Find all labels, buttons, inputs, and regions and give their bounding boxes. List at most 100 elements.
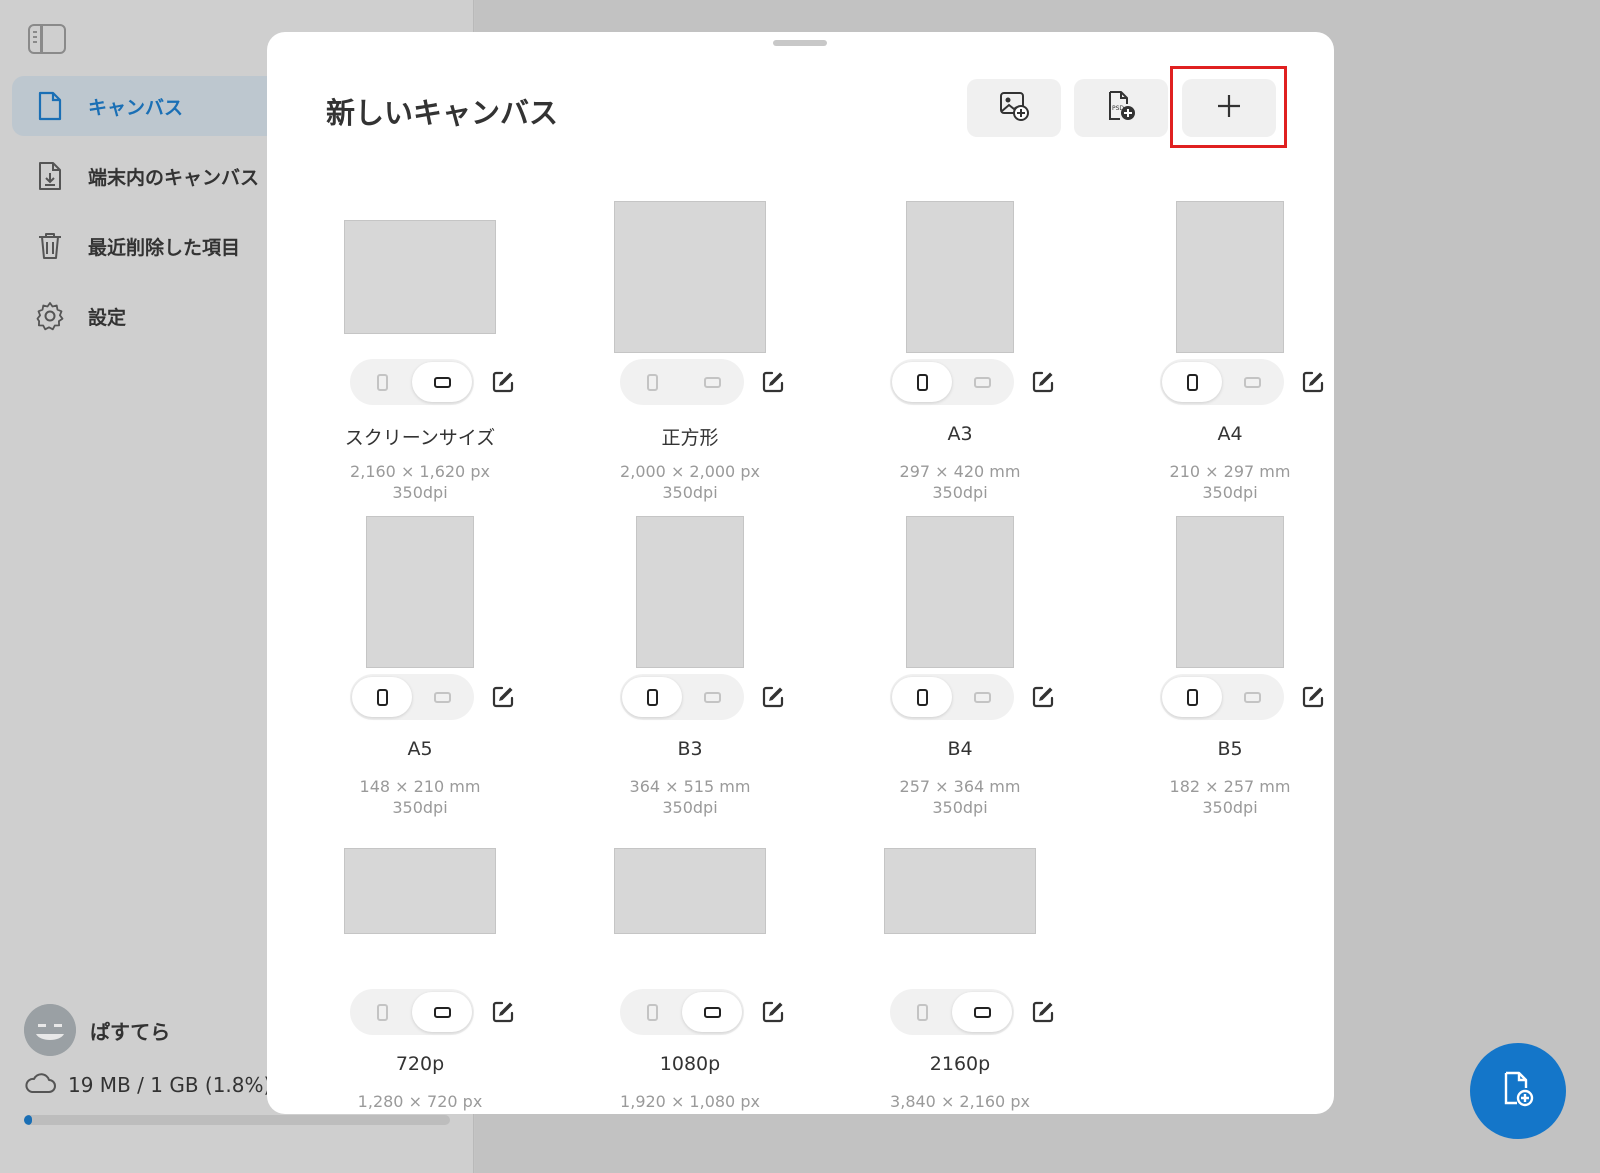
preset-controls <box>1095 359 1334 405</box>
modal-title: 新しいキャンバス <box>326 96 559 130</box>
orientation-toggle[interactable] <box>620 989 744 1035</box>
import-image-button[interactable] <box>967 79 1061 137</box>
portrait-option[interactable] <box>892 992 952 1032</box>
preset-thumbnail-area[interactable] <box>555 847 825 935</box>
landscape-option[interactable] <box>682 362 742 402</box>
preset-card[interactable]: 正方形 2,000 × 2,000 px 350dpi <box>555 197 825 507</box>
preset-thumbnail <box>906 201 1014 353</box>
trash-icon <box>34 230 66 262</box>
landscape-icon <box>973 376 991 388</box>
preset-card[interactable]: B3 364 × 515 mm 350dpi <box>555 512 825 822</box>
orientation-toggle[interactable] <box>890 989 1014 1035</box>
preset-card[interactable]: A3 297 × 420 mm 350dpi <box>825 197 1095 507</box>
edit-icon[interactable] <box>1031 685 1055 709</box>
landscape-option[interactable] <box>1222 362 1282 402</box>
landscape-option[interactable] <box>952 992 1012 1032</box>
preset-dpi: 350dpi <box>392 798 448 817</box>
preset-controls <box>555 989 825 1035</box>
preset-thumbnail-area[interactable] <box>285 512 555 672</box>
preset-thumbnail-area[interactable] <box>1095 512 1334 672</box>
sidebar-item-label: 設定 <box>88 306 127 329</box>
preset-name: 1080p <box>659 1053 721 1075</box>
orientation-toggle[interactable] <box>350 674 474 720</box>
preset-thumbnail <box>884 848 1036 934</box>
preset-card[interactable]: A5 148 × 210 mm 350dpi <box>285 512 555 822</box>
edit-icon[interactable] <box>1031 370 1055 394</box>
landscape-option[interactable] <box>682 992 742 1032</box>
edit-icon[interactable] <box>491 1000 515 1024</box>
preset-thumbnail-area[interactable] <box>825 197 1095 357</box>
avatar <box>24 1004 76 1056</box>
sidebar-toggle-icon[interactable] <box>28 24 66 54</box>
portrait-option[interactable] <box>892 677 952 717</box>
new-canvas-fab[interactable] <box>1470 1043 1566 1139</box>
preset-card[interactable]: A4 210 × 297 mm 350dpi <box>1095 197 1334 507</box>
preset-thumbnail <box>614 848 766 934</box>
preset-thumbnail-area[interactable] <box>555 512 825 672</box>
orientation-toggle[interactable] <box>1160 674 1284 720</box>
portrait-option[interactable] <box>622 362 682 402</box>
preset-card[interactable]: 1080p 1,920 × 1,080 px <box>555 827 825 1114</box>
document-add-icon <box>1501 1070 1535 1112</box>
preset-card[interactable]: 2160p 3,840 × 2,160 px <box>825 827 1095 1114</box>
edit-icon[interactable] <box>491 685 515 709</box>
preset-thumbnail <box>1176 516 1284 668</box>
landscape-icon <box>1243 376 1261 388</box>
preset-controls <box>555 674 825 720</box>
landscape-option[interactable] <box>952 362 1012 402</box>
landscape-option[interactable] <box>412 992 472 1032</box>
landscape-option[interactable] <box>412 362 472 402</box>
preset-card[interactable]: 720p 1,280 × 720 px <box>285 827 555 1114</box>
preset-thumbnail-area[interactable] <box>825 847 1095 935</box>
custom-canvas-add-button[interactable] <box>1182 79 1276 137</box>
image-add-icon <box>998 90 1030 126</box>
landscape-option[interactable] <box>952 677 1012 717</box>
portrait-option[interactable] <box>1162 677 1222 717</box>
preset-card[interactable]: B5 182 × 257 mm 350dpi <box>1095 512 1334 822</box>
edit-icon[interactable] <box>1031 1000 1055 1024</box>
edit-icon[interactable] <box>1301 685 1325 709</box>
portrait-icon <box>376 688 388 706</box>
orientation-toggle[interactable] <box>620 359 744 405</box>
preset-thumbnail-area[interactable] <box>825 512 1095 672</box>
portrait-option[interactable] <box>352 362 412 402</box>
portrait-option[interactable] <box>1162 362 1222 402</box>
sheet-grabber[interactable] <box>773 40 827 46</box>
orientation-toggle[interactable] <box>350 359 474 405</box>
orientation-toggle[interactable] <box>1160 359 1284 405</box>
orientation-toggle[interactable] <box>620 674 744 720</box>
edit-icon[interactable] <box>761 1000 785 1024</box>
portrait-option[interactable] <box>352 677 412 717</box>
edit-icon[interactable] <box>761 370 785 394</box>
landscape-option[interactable] <box>412 677 472 717</box>
preset-dpi: 350dpi <box>932 483 988 502</box>
user-profile[interactable]: ぱすてら <box>24 1004 170 1056</box>
preset-thumbnail-area[interactable] <box>285 847 555 935</box>
preset-thumbnail <box>906 516 1014 668</box>
landscape-option[interactable] <box>682 677 742 717</box>
edit-icon[interactable] <box>761 685 785 709</box>
portrait-option[interactable] <box>622 677 682 717</box>
preset-thumbnail-area[interactable] <box>1095 197 1334 357</box>
gear-icon <box>34 300 66 332</box>
portrait-option[interactable] <box>622 992 682 1032</box>
preset-thumbnail-area[interactable] <box>285 197 555 357</box>
preset-size: 364 × 515 mm <box>629 777 751 796</box>
orientation-toggle[interactable] <box>350 989 474 1035</box>
landscape-icon <box>973 691 991 703</box>
portrait-option[interactable] <box>352 992 412 1032</box>
preset-card[interactable]: スクリーンサイズ 2,160 × 1,620 px 350dpi <box>285 197 555 507</box>
storage-progress-bar <box>24 1115 450 1125</box>
orientation-toggle[interactable] <box>890 674 1014 720</box>
preset-size: 297 × 420 mm <box>899 462 1021 481</box>
import-psd-button[interactable]: PSD <box>1074 79 1168 137</box>
edit-icon[interactable] <box>1301 370 1325 394</box>
preset-card[interactable]: B4 257 × 364 mm 350dpi <box>825 512 1095 822</box>
landscape-option[interactable] <box>1222 677 1282 717</box>
orientation-toggle[interactable] <box>890 359 1014 405</box>
portrait-option[interactable] <box>892 362 952 402</box>
preset-thumbnail <box>636 516 744 668</box>
portrait-icon <box>916 1003 928 1021</box>
edit-icon[interactable] <box>491 370 515 394</box>
preset-thumbnail-area[interactable] <box>555 197 825 357</box>
